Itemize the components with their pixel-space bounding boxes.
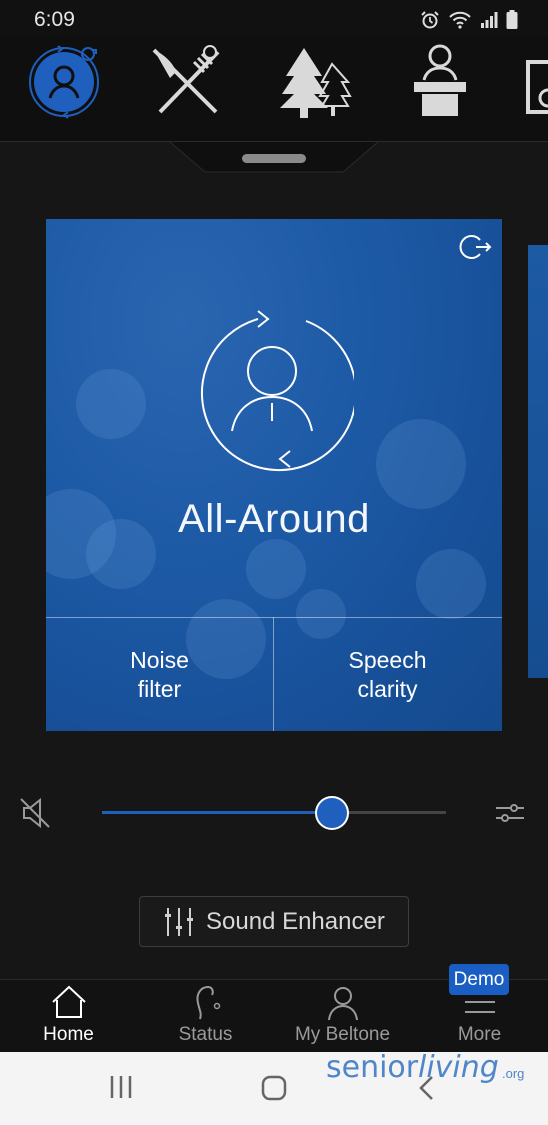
program-lecture[interactable] [400,42,480,122]
program-outdoor[interactable] [276,42,356,122]
program-card[interactable]: All-Around Noise filter Speech clarity [46,219,502,731]
hearing-aid-icon [196,986,220,1020]
battery-icon [506,10,518,29]
person-cycle-icon [29,45,99,119]
mute-icon[interactable] [18,796,52,830]
status-bar: 6:09 [0,0,548,40]
drawer-handle-area[interactable] [0,142,548,182]
demo-badge: Demo [449,964,509,995]
program-music[interactable] [524,42,548,122]
status-time: 6:09 [34,8,75,31]
watermark-text-left: senior [326,1050,419,1085]
volume-thumb[interactable] [315,796,350,830]
person-cycle-icon [200,310,354,472]
program-selector [0,36,548,142]
watermark-suffix: .org [502,1066,525,1081]
volume-fill [102,811,333,814]
sound-enhancer-label: Sound Enhancer [206,907,385,935]
program-restaurant[interactable] [148,42,228,122]
cycle-icon[interactable] [456,233,492,261]
adjust-icon[interactable] [494,802,526,824]
menu-icon [464,1001,495,1013]
nav-status[interactable]: Status [137,980,274,1053]
nav-status-label: Status [178,1024,233,1045]
wifi-icon [449,11,471,29]
volume-slider[interactable] [102,811,446,814]
trees-icon [280,48,352,118]
noise-filter-button[interactable]: Noise filter [46,618,273,731]
equalizer-icon [165,907,193,936]
status-icons [420,10,518,30]
signal-icon [481,12,498,28]
podium-icon [414,44,466,116]
home-icon [51,985,86,1018]
nav-home[interactable]: Home [0,980,137,1053]
watermark-text-right: living [418,1050,499,1085]
drawer-handle[interactable] [242,154,306,163]
volume-row [0,780,548,844]
recent-apps-icon[interactable] [108,1074,134,1100]
speech-clarity-button[interactable]: Speech clarity [274,618,501,731]
next-card-peek[interactable] [528,245,548,678]
nav-home-label: Home [43,1024,94,1045]
alarm-icon [421,11,439,29]
program-all-around[interactable] [28,42,108,122]
fork-knife-icon [152,45,220,114]
sound-enhancer-button[interactable]: Sound Enhancer [139,896,409,947]
speaker-icon [526,60,548,114]
watermark: senior living .org [326,1040,536,1090]
app-screen: 6:09 All-Around Noise filter Speech clar… [0,0,548,1125]
person-icon [327,987,358,1021]
home-button-icon[interactable] [260,1074,288,1102]
program-title: All-Around [178,497,370,541]
